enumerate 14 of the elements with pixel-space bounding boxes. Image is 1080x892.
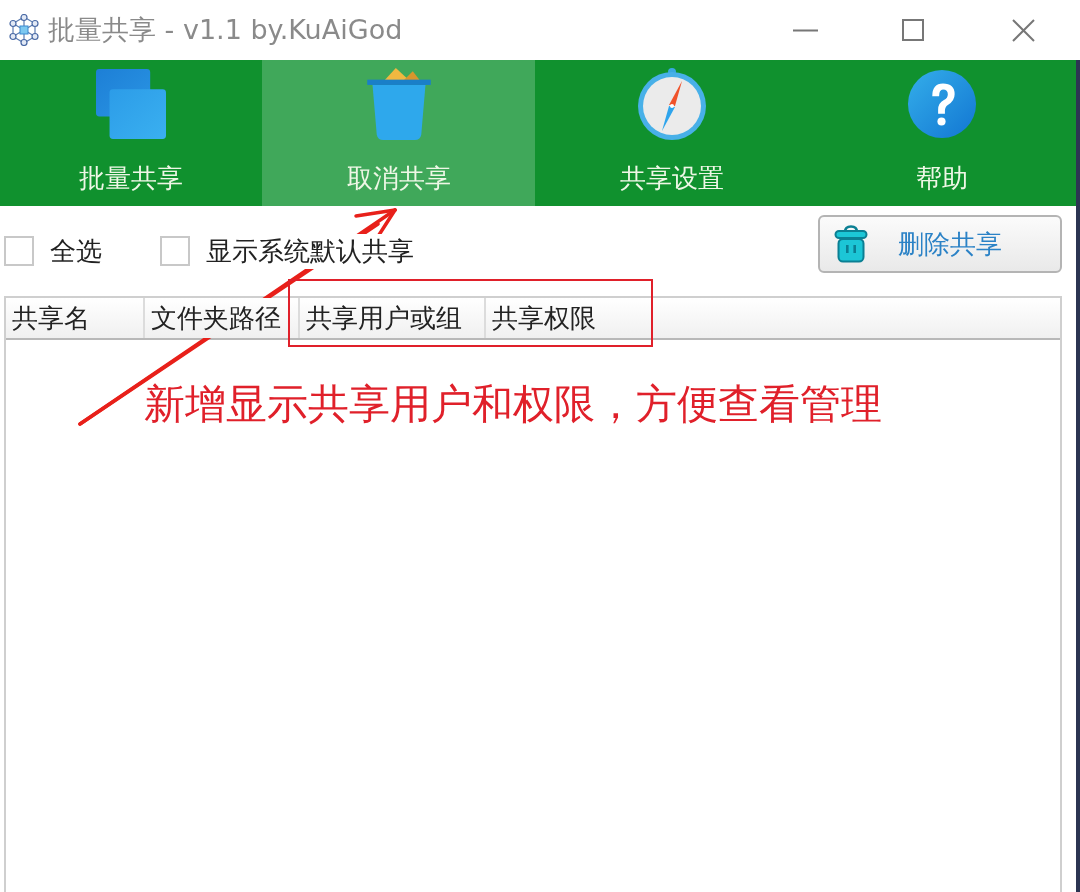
maximize-icon[interactable] xyxy=(902,19,924,41)
checkbox[interactable] xyxy=(160,236,190,266)
overlapping-squares-icon xyxy=(96,68,166,140)
checkbox[interactable] xyxy=(4,236,34,266)
delete-share-button[interactable]: 删除共享 xyxy=(818,215,1062,273)
trash-can-icon xyxy=(834,225,868,263)
checkbox-label[interactable]: 显示系统默认共享 xyxy=(206,233,414,269)
window-title: 批量共享 - v1.1 by.KuAiGod xyxy=(48,13,403,47)
compass-icon xyxy=(636,68,707,140)
close-icon[interactable] xyxy=(1012,18,1035,42)
minimize-icon[interactable] xyxy=(793,28,818,32)
annotation-text: 新增显示共享用户和权限，方便查看管理 xyxy=(144,380,882,428)
network-icon xyxy=(8,14,40,46)
help-icon xyxy=(907,68,977,140)
